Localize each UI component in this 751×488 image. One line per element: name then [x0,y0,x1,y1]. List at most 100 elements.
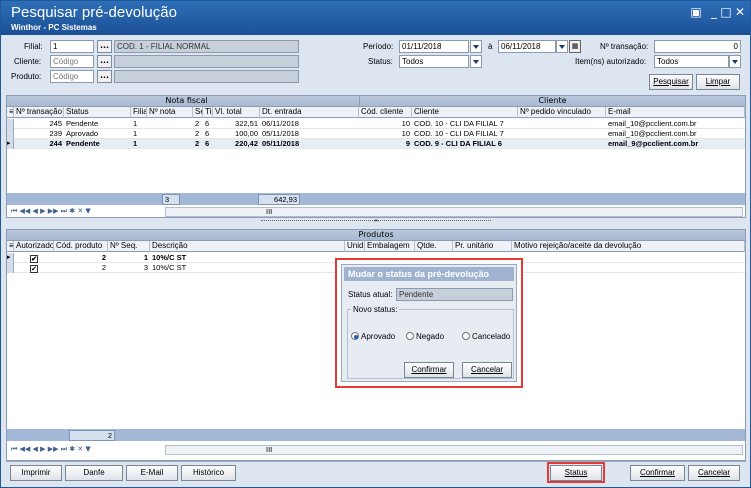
periodo-to-input[interactable]: 06/11/2018 [498,40,556,53]
confirmar-button[interactable]: Confirmar [630,465,685,481]
group-produtos: Produtos [7,230,745,241]
produto-input[interactable]: Código [50,70,94,83]
dialog-cancelar-button[interactable]: Cancelar [462,362,512,378]
colh-serie[interactable]: Série [193,107,203,118]
window-subtitle: Winthor - PC Sistemas [11,23,97,32]
colh-tipo[interactable]: Tipo [203,107,213,118]
filial-input[interactable]: 1 [50,40,94,53]
ntrans-label: Nº transação: [600,42,649,51]
colh-motivo[interactable]: Motivo rejeição/aceite da devolução [512,241,745,252]
lower-nav-buttons[interactable]: ⏮ ◀◀ ◀ ▶ ▶▶ ⏭ ✱ ✕ ▼ [11,445,91,455]
autorizado-checkbox[interactable]: ✔ [30,265,38,273]
periodo-from-input[interactable]: 01/11/2018 [399,40,469,53]
row-indicator[interactable]: ▸ [7,139,14,149]
group-cliente: Cliente [359,96,745,107]
colh-autorizado[interactable]: Autorizado [14,241,54,252]
radio-negado[interactable]: Negado [406,331,444,341]
cell-autorizado: ✔ [14,253,54,263]
colh-codcliente[interactable]: Cód. cliente [359,107,412,118]
lower-horizontal-scrollbar[interactable]: III [165,445,743,455]
colh-cliente[interactable]: Cliente [412,107,518,118]
upper-footer-count: 3 [162,194,180,205]
radio-cancelado-icon[interactable] [462,332,470,340]
colh-prunitario[interactable]: Pr. unitário [453,241,512,252]
splitter-handle[interactable]: ^ [261,220,491,227]
email-button[interactable]: E-Mail [126,465,178,481]
upper-horizontal-scrollbar[interactable]: III [165,207,743,217]
table-row[interactable]: 239 Aprovado 1 2 6 100,00 05/11/2018 10 COD. 10 … [7,129,745,139]
colh-qtde[interactable]: Qtde. [415,241,453,252]
cliente-lookup-button[interactable]: ... [97,55,112,68]
lower-scroll-thumb[interactable]: III [266,446,272,454]
cancelar-button[interactable]: Cancelar [688,465,740,481]
cell-serie: 2 [195,129,200,138]
colh-status[interactable]: Status [64,107,131,118]
close-icon[interactable]: ✕ [733,5,747,19]
historico-button[interactable]: Histórico [181,465,236,481]
periodo-from-dropdown[interactable] [470,40,482,53]
radio-negado-label: Negado [416,332,445,341]
colh-nnota[interactable]: Nº nota [147,107,193,118]
colh-codproduto[interactable]: Cód. produto [54,241,108,252]
upper-nav-buttons[interactable]: ⏮ ◀◀ ◀ ▶ ▶▶ ⏭ ✱ ✕ ▼ [11,207,91,217]
radio-aprovado-icon[interactable] [351,332,359,340]
row-indicator[interactable] [7,129,14,139]
colh-embalagem[interactable]: Embalagem [365,241,415,252]
cell-npedido [518,129,606,139]
radio-aprovado[interactable]: Aprovado [351,331,395,341]
table-row[interactable]: ▸ 244 Pendente 1 2 6 220,42 05/11/2018 9 COD. 9 -… [7,139,745,149]
restore-icon[interactable]: ▣ [689,5,703,19]
cell-ntrans: 245 [49,119,62,128]
lower-column-menu-icon[interactable]: ≡ [7,241,14,252]
ntrans-input[interactable]: 0 [654,40,741,53]
colh-descricao[interactable]: Descrição [150,241,345,252]
upper-footer-total: 642,93 [258,194,300,205]
status-dropdown-icon[interactable] [470,55,482,68]
calendar-icon[interactable]: ▦ [569,40,581,53]
row-indicator[interactable] [7,119,14,129]
periodo-to-dropdown[interactable] [556,40,568,53]
cell-cliente: COD. 10 - CLI DA FILIAL 7 [414,129,504,138]
row-indicator[interactable]: ▸ [7,253,14,263]
colh-email[interactable]: E-mail [606,107,745,118]
colh-unid[interactable]: Unid. [345,241,365,252]
cell-codcliente: 10 [401,129,410,138]
itens-dropdown-icon[interactable] [729,55,741,68]
produto-lookup-button[interactable]: ... [97,70,112,83]
autorizado-checkbox[interactable]: ✔ [30,255,38,263]
radio-cancelado[interactable]: Cancelado [462,331,510,341]
status-dialog-highlight: Mudar o status da pré-devolução Status a… [335,258,523,388]
table-row[interactable]: 245 Pendente 1 2 6 322,51 06/11/2018 10 COD. 10 … [7,119,745,129]
cell-nnota [147,119,193,129]
imprimir-button[interactable]: Imprimir [10,465,62,481]
group-nota-fiscal: Nota fiscal [165,96,208,105]
limpar-button[interactable]: Limpar [696,74,740,90]
cliente-input[interactable]: Código [50,55,94,68]
cell-npedido [518,139,606,149]
itens-select[interactable]: Todos [654,55,729,68]
radio-negado-icon[interactable] [406,332,414,340]
cell-codproduto: 2 [101,263,106,272]
colh-nseq[interactable]: Nº Seq. [108,241,150,252]
status-select[interactable]: Todos [399,55,469,68]
colh-vltotal[interactable]: Vl. total [213,107,260,118]
filial-lookup-button[interactable]: ... [97,40,112,53]
pesquisar-button[interactable]: Pesquisar [649,74,693,90]
status-label: Status: [368,57,393,66]
colh-filial[interactable]: Filial [131,107,147,118]
row-indicator[interactable] [7,263,14,273]
upper-column-menu-icon[interactable]: ≡ [7,107,14,118]
cell-dtentrada: 06/11/2018 [262,119,299,128]
dialog-confirmar-button[interactable]: Confirmar [404,362,454,378]
cell-nnota [147,139,193,149]
cell-autorizado: ✔ [14,263,54,273]
colh-dtentrada[interactable]: Dt. entrada [260,107,359,118]
colh-ntrans[interactable]: Nº transação [14,107,64,118]
upper-scroll-thumb[interactable]: III [266,208,272,216]
cell-status: Pendente [66,139,100,148]
maximize-icon[interactable]: □ [719,5,733,19]
danfe-button[interactable]: Danfe [65,465,123,481]
filial-label: Filial: [24,42,43,51]
status-button[interactable]: Status [550,465,602,481]
colh-npedido[interactable]: Nº pedido vinculado [518,107,606,118]
